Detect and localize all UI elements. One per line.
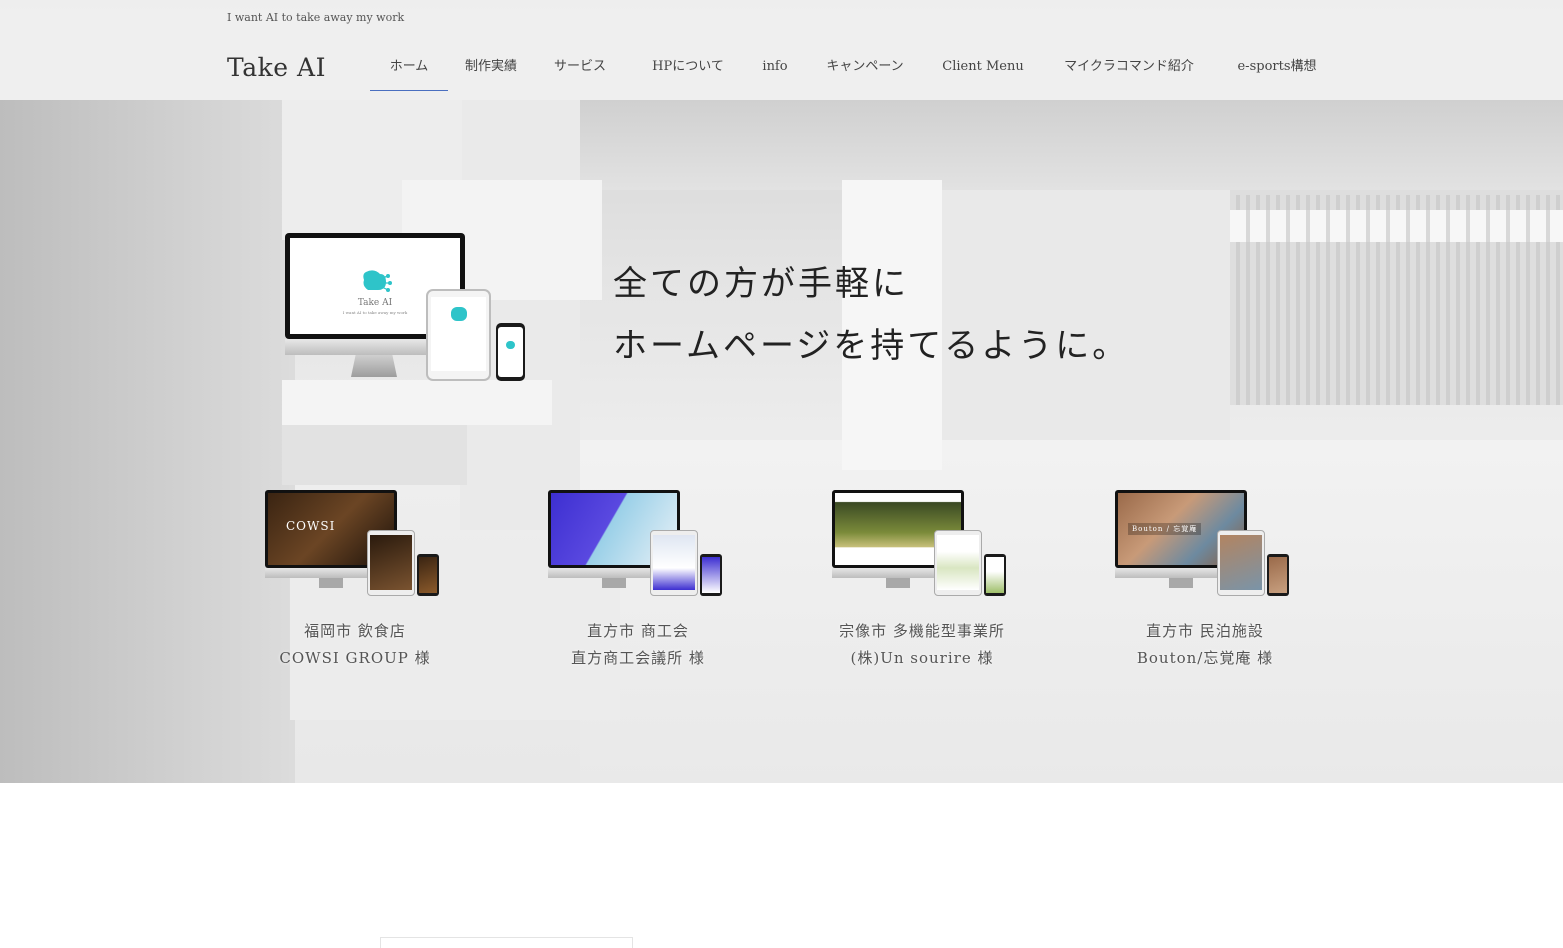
work-phone (984, 554, 1006, 596)
imac-stand (351, 355, 397, 377)
nav-item-campaign[interactable]: キャンペーン (822, 40, 908, 90)
background-stair (282, 425, 467, 485)
work-phone (1267, 554, 1289, 596)
nav-item-info[interactable]: info (755, 40, 795, 90)
work-item-cowsi[interactable]: COWSI 福岡市 飲食店 COWSI GROUP 様 (240, 490, 470, 672)
work-location: 宗像市 多機能型事業所 (839, 622, 1005, 640)
work-item-nogata-cci[interactable]: 直方市 商工会 直方商工会議所 様 (523, 490, 753, 672)
work-phone (417, 554, 439, 596)
work-phone (700, 554, 722, 596)
work-location: 福岡市 飲食店 (304, 622, 406, 640)
hero-catch-line-2: ホームページを持てるように。 (613, 326, 1130, 366)
hero-catchphrase: 全ての方が手軽に ホームページを持てるように。 (613, 253, 1129, 377)
work-client: COWSI GROUP 様 (279, 649, 431, 667)
work-location: 直方市 商工会 (587, 622, 689, 640)
work-screen-label: COWSI (286, 519, 336, 533)
work-stand (319, 578, 343, 588)
background-ceiling (580, 100, 1563, 190)
content-card-edge (380, 937, 633, 948)
hero-section: Take AI I want AI to take away my work 全… (0, 0, 1563, 783)
nav-item-services[interactable]: サービス (550, 40, 610, 90)
work-caption: 福岡市 飲食店 COWSI GROUP 様 (240, 618, 470, 672)
nav-item-about-hp[interactable]: HPについて (646, 40, 730, 90)
work-caption: 宗像市 多機能型事業所 (株)Un sourire 様 (807, 618, 1037, 672)
device-logo-text: Take AI (357, 298, 393, 308)
work-client: (株)Un sourire 様 (850, 649, 994, 667)
tablet-mockup (426, 289, 491, 381)
work-device-mockup: COWSI (265, 490, 445, 598)
work-screen-label: Bouton / 忘覚庵 (1128, 523, 1202, 535)
brain-circuit-icon (451, 307, 467, 321)
site-tagline: I want AI to take away my work (227, 11, 405, 24)
nav-item-home[interactable]: ホーム (370, 40, 448, 91)
work-stand (1169, 578, 1193, 588)
work-device-mockup (832, 490, 1012, 598)
work-stand (886, 578, 910, 588)
work-stand (602, 578, 626, 588)
site-header: I want AI to take away my work Take AI ホ… (0, 0, 1563, 100)
site-logo[interactable]: Take AI (227, 53, 326, 82)
work-item-bouton[interactable]: Bouton / 忘覚庵 直方市 民泊施設 Bouton/忘覚庵 様 (1090, 490, 1320, 672)
work-location: 直方市 民泊施設 (1146, 622, 1264, 640)
brain-circuit-icon (360, 268, 392, 296)
work-caption: 直方市 商工会 直方商工会議所 様 (523, 618, 753, 672)
background-window-panes (1230, 210, 1563, 242)
background-left-wall (0, 100, 295, 783)
work-device-mockup (548, 490, 728, 598)
work-caption: 直方市 民泊施設 Bouton/忘覚庵 様 (1090, 618, 1320, 672)
nav-item-esports[interactable]: e-sports構想 (1232, 40, 1322, 90)
work-client: 直方商工会議所 様 (571, 649, 705, 667)
work-tablet (1217, 530, 1265, 596)
work-device-mockup: Bouton / 忘覚庵 (1115, 490, 1295, 598)
work-item-un-sourire[interactable]: 宗像市 多機能型事業所 (株)Un sourire 様 (807, 490, 1037, 672)
phone-mockup (496, 323, 525, 381)
background-stair (282, 380, 552, 425)
brain-circuit-icon (506, 341, 515, 349)
nav-item-client-menu[interactable]: Client Menu (940, 40, 1026, 90)
hero-catch-line-1: 全ての方が手軽に (613, 264, 909, 304)
work-client: Bouton/忘覚庵 様 (1136, 649, 1274, 667)
device-logo-subtext: I want AI to take away my work (342, 310, 408, 315)
work-tablet (934, 530, 982, 596)
hero-device-mockup: Take AI I want AI to take away my work (283, 233, 528, 383)
work-tablet (367, 530, 415, 596)
nav-item-works[interactable]: 制作実績 (456, 40, 526, 90)
nav-item-minecraft-commands[interactable]: マイクラコマンド紹介 (1056, 40, 1202, 90)
work-tablet (650, 530, 698, 596)
